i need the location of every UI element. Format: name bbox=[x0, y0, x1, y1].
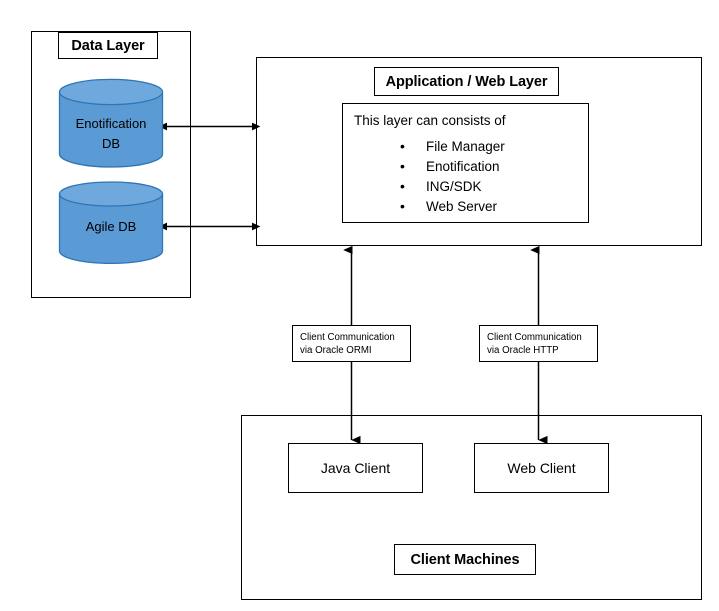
app-layer-title-box: Application / Web Layer bbox=[374, 67, 559, 96]
data-layer-title: Data Layer bbox=[71, 37, 145, 54]
enotification-db-cylinder: Enotification DB bbox=[57, 78, 165, 168]
app-layer-content-box: This layer can consists of File Manager … bbox=[342, 103, 589, 223]
data-layer-title-box: Data Layer bbox=[58, 32, 158, 59]
web-client-box: Web Client bbox=[474, 443, 609, 493]
app-layer-content-list: File Manager Enotification ING/SDK Web S… bbox=[354, 136, 588, 217]
agile-db-cylinder: Agile DB bbox=[57, 181, 165, 265]
connector-label-ormi: Client Communication via Oracle ORMI bbox=[292, 325, 411, 362]
connector-label-ormi-line1: Client Communication bbox=[300, 331, 395, 343]
client-machines-title-box: Client Machines bbox=[394, 544, 536, 575]
connector-label-http-line1: Client Communication bbox=[487, 331, 582, 343]
app-layer-content-item-web-server: Web Server bbox=[400, 196, 588, 217]
connector-label-ormi-line2: via Oracle ORMI bbox=[300, 344, 372, 356]
connector-label-http: Client Communication via Oracle HTTP bbox=[479, 325, 598, 362]
client-machines-title: Client Machines bbox=[410, 551, 520, 568]
connector-label-http-line2: via Oracle HTTP bbox=[487, 344, 559, 356]
architecture-diagram: App layer --> App layer --> Data Layer bbox=[0, 0, 719, 611]
java-client-box: Java Client bbox=[288, 443, 423, 493]
app-layer-title: Application / Web Layer bbox=[385, 73, 548, 90]
app-layer-content-intro: This layer can consists of bbox=[354, 113, 506, 128]
app-layer-content-item-file-manager: File Manager bbox=[400, 136, 588, 157]
app-layer-content-item-ing-sdk: ING/SDK bbox=[400, 176, 588, 197]
java-client-label: Java Client bbox=[320, 460, 391, 476]
web-client-label: Web Client bbox=[507, 460, 576, 476]
app-layer-content-item-enotification: Enotification bbox=[400, 156, 588, 177]
